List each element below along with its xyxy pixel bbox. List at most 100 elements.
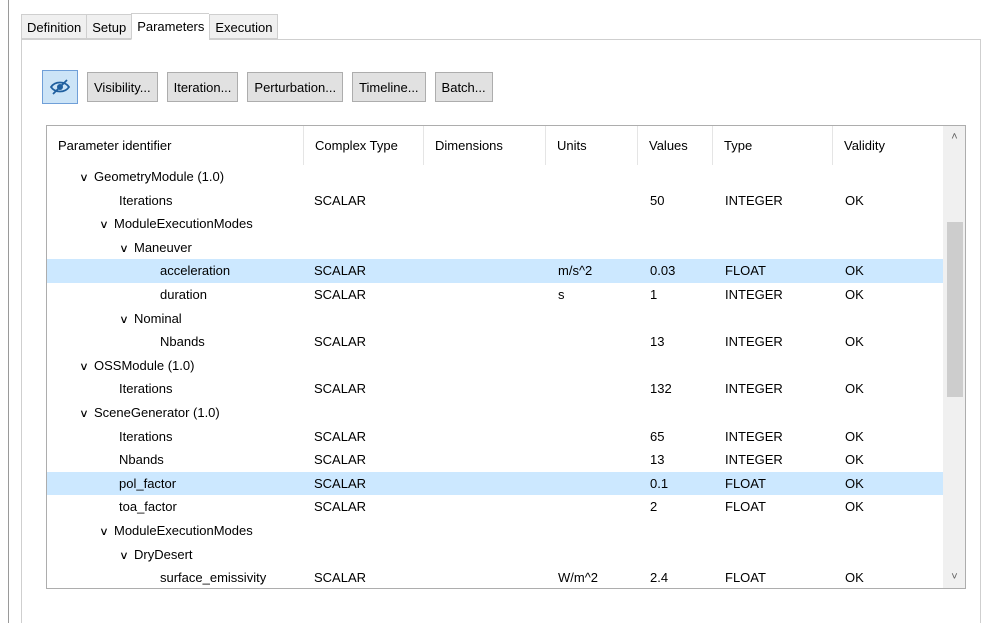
cell-parameter-identifier: ∨ GeometryModule (1.0) xyxy=(77,165,224,189)
cell-complex-type: SCALAR xyxy=(314,263,367,279)
expand-chevron-icon[interactable]: ∨ xyxy=(116,238,133,262)
table-row[interactable]: Nbands SCALAR 13 INTEGER OK xyxy=(47,448,944,472)
expand-chevron-icon[interactable]: ∨ xyxy=(76,167,93,191)
table-row[interactable]: ∨ ModuleExecutionModes xyxy=(47,212,944,236)
parameter-name: Nbands xyxy=(160,334,205,350)
table-row[interactable]: ∨ Nominal xyxy=(47,307,944,331)
table-row[interactable]: ∨ ModuleExecutionModes xyxy=(47,519,944,543)
cell-complex-type: SCALAR xyxy=(314,499,367,515)
table-row[interactable]: ∨ SceneGenerator (1.0) xyxy=(47,401,944,425)
cell-units: s xyxy=(558,286,565,302)
cell-type: INTEGER xyxy=(725,192,783,208)
cell-type: INTEGER xyxy=(725,452,783,468)
parameter-name: duration xyxy=(160,286,207,302)
parameter-name: GeometryModule (1.0) xyxy=(94,169,225,184)
eye-slash-icon xyxy=(49,79,71,95)
parameter-name: DryDesert xyxy=(134,546,193,562)
table-body: ∨ GeometryModule (1.0) Iterations SCALAR 50 I… xyxy=(47,165,944,588)
iteration-button[interactable]: Iteration... xyxy=(166,72,239,102)
toggle-hidden-button[interactable] xyxy=(42,70,78,104)
cell-value: 13 xyxy=(650,452,665,468)
batch-button[interactable]: Batch... xyxy=(434,72,493,102)
parameter-name: pol_factor xyxy=(119,475,177,491)
expand-chevron-icon[interactable]: ∨ xyxy=(116,309,133,333)
tab-definition[interactable]: Definition xyxy=(21,14,87,39)
chevron-down-icon[interactable]: ˅ xyxy=(944,567,965,587)
table-row[interactable]: ∨ Maneuver xyxy=(47,236,944,260)
cell-type: INTEGER xyxy=(725,286,783,302)
table-row[interactable]: Iterations SCALAR 132 INTEGER OK xyxy=(47,377,944,401)
timeline-button[interactable]: Timeline... xyxy=(352,72,426,102)
header-type[interactable]: Type xyxy=(713,126,833,165)
cell-value: 0.1 xyxy=(650,475,669,491)
cell-parameter-identifier: ∨ OSSModule (1.0) xyxy=(77,354,194,378)
expand-chevron-icon[interactable]: ∨ xyxy=(96,214,113,238)
cell-validity: OK xyxy=(845,381,864,397)
cell-value: 50 xyxy=(650,192,665,208)
header-validity[interactable]: Validity xyxy=(833,126,944,165)
cell-validity: OK xyxy=(845,263,864,279)
cell-validity: OK xyxy=(845,475,864,491)
vertical-scrollbar[interactable]: ˄ ˅ xyxy=(943,126,965,588)
cell-complex-type: SCALAR xyxy=(314,452,367,468)
cell-type: FLOAT xyxy=(725,263,766,279)
window-border xyxy=(8,0,9,623)
tab-execution[interactable]: Execution xyxy=(209,14,279,39)
header-units[interactable]: Units xyxy=(546,126,638,165)
cell-validity: OK xyxy=(845,334,864,350)
cell-parameter-identifier: ∨ Maneuver xyxy=(117,236,192,260)
table-row[interactable]: acceleration SCALAR m/s^2 0.03 FLOAT OK xyxy=(47,259,944,283)
parameter-name: ModuleExecutionModes xyxy=(114,216,253,232)
parameter-name: OSSModule (1.0) xyxy=(94,357,195,373)
header-complex-type[interactable]: Complex Type xyxy=(304,126,424,165)
cell-validity: OK xyxy=(845,499,864,515)
scrollbar-thumb[interactable] xyxy=(947,222,963,397)
parameter-name: acceleration xyxy=(160,263,231,279)
table-row[interactable]: duration SCALAR s 1 INTEGER OK xyxy=(47,283,944,307)
table-row[interactable]: surface_emissivity SCALAR W/m^2 2.4 FLOAT OK xyxy=(47,566,944,588)
table-row[interactable]: pol_factor SCALAR 0.1 FLOAT OK xyxy=(47,471,944,496)
cell-parameter-identifier: Nbands xyxy=(119,448,164,472)
expand-chevron-icon[interactable]: ∨ xyxy=(116,545,133,569)
table-row[interactable]: ∨ GeometryModule (1.0) xyxy=(47,165,944,189)
cell-parameter-identifier: acceleration xyxy=(160,259,230,283)
tab-setup[interactable]: Setup xyxy=(86,14,132,39)
cell-parameter-identifier: surface_emissivity xyxy=(160,566,266,588)
table-row[interactable]: toa_factor SCALAR 2 FLOAT OK xyxy=(47,495,944,519)
cell-complex-type: SCALAR xyxy=(314,334,367,350)
cell-units: W/m^2 xyxy=(558,570,599,586)
cell-value: 65 xyxy=(650,428,665,444)
chevron-up-icon[interactable]: ˄ xyxy=(944,127,965,147)
table-row[interactable]: Iterations SCALAR 50 INTEGER OK xyxy=(47,189,944,213)
table-row[interactable]: ∨ OSSModule (1.0) xyxy=(47,354,944,378)
table-header: Parameter identifier Complex Type Dimens… xyxy=(47,126,944,166)
header-dimensions[interactable]: Dimensions xyxy=(424,126,546,165)
perturbation-button[interactable]: Perturbation... xyxy=(247,72,344,102)
cell-parameter-identifier: Iterations xyxy=(119,377,172,401)
cell-value: 2 xyxy=(650,499,658,515)
cell-parameter-identifier: ∨ Nominal xyxy=(117,307,182,331)
expand-chevron-icon[interactable]: ∨ xyxy=(76,403,93,427)
cell-validity: OK xyxy=(845,286,864,302)
cell-parameter-identifier: ∨ DryDesert xyxy=(116,543,193,569)
cell-type: INTEGER xyxy=(725,334,783,350)
tab-parameters[interactable]: Parameters xyxy=(131,13,210,40)
parameter-name: ModuleExecutionModes xyxy=(114,522,253,538)
cell-type: FLOAT xyxy=(725,475,766,491)
cell-validity: OK xyxy=(845,192,864,208)
cell-value: 13 xyxy=(650,334,665,350)
parameter-name: SceneGenerator (1.0) xyxy=(94,404,220,420)
header-values[interactable]: Values xyxy=(638,126,713,165)
table-row[interactable]: ∨ DryDesert xyxy=(47,543,944,567)
parameter-name: Nbands xyxy=(119,452,164,468)
cell-value: 1 xyxy=(650,286,658,302)
expand-chevron-icon[interactable]: ∨ xyxy=(76,356,93,380)
visibility-button[interactable]: Visibility... xyxy=(87,72,158,102)
table-row[interactable]: Iterations SCALAR 65 INTEGER OK xyxy=(47,425,944,449)
header-parameter-identifier[interactable]: Parameter identifier xyxy=(47,126,304,165)
cell-parameter-identifier: ∨ ModuleExecutionModes xyxy=(97,212,253,236)
cell-value: 0.03 xyxy=(650,263,676,279)
expand-chevron-icon[interactable]: ∨ xyxy=(96,521,113,545)
cell-value: 2.4 xyxy=(650,570,669,586)
table-row[interactable]: Nbands SCALAR 13 INTEGER OK xyxy=(47,330,944,354)
